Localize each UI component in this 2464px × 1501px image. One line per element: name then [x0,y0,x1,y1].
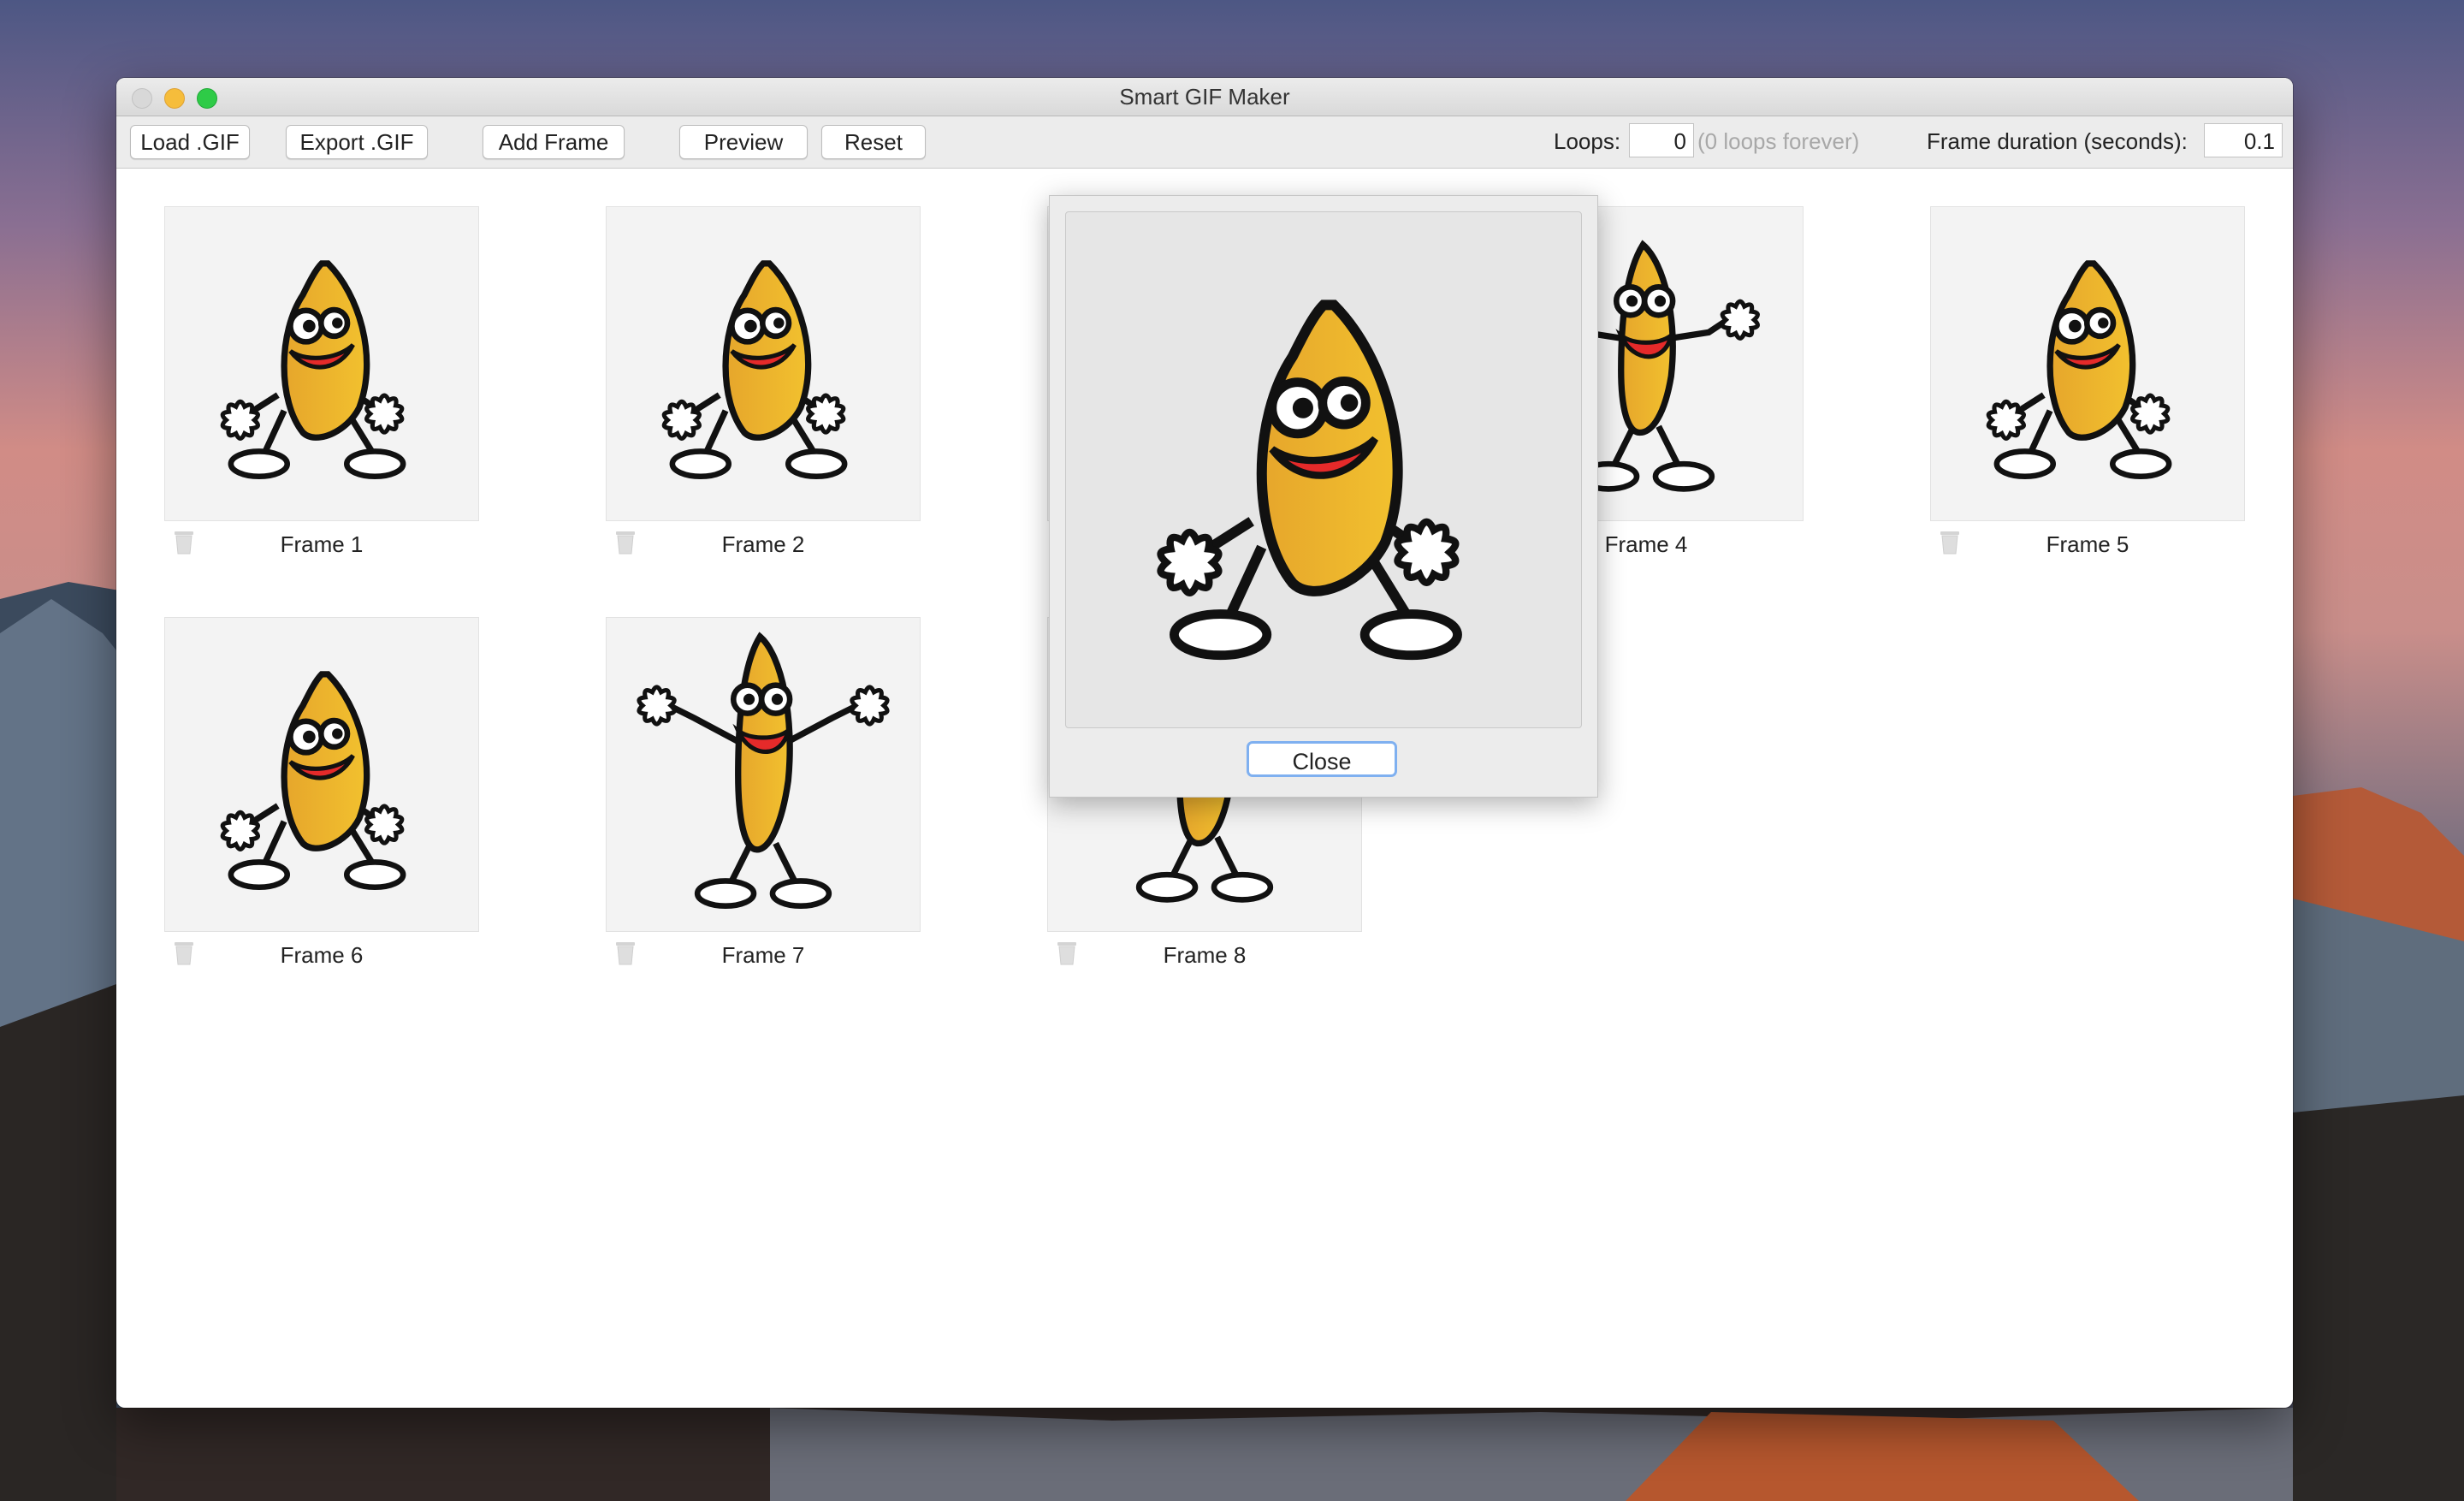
frame-thumbnail[interactable] [606,617,921,932]
frame-label: Frame 1 [280,531,364,557]
preview-banana-image [1157,300,1462,661]
window-title: Smart GIF Maker [1119,84,1290,110]
banana-image [220,260,406,480]
frame-label: Frame 7 [721,942,805,968]
frame-duration-input[interactable]: 0.1 [2204,123,2283,157]
add-frame-button[interactable]: Add Frame [483,125,625,159]
frame-thumbnail[interactable] [164,206,479,521]
banana-image [637,632,890,910]
banana-image [220,671,406,891]
banana-image [1986,260,2172,480]
frame-thumbnail[interactable] [1930,206,2245,521]
frame-thumbnail[interactable] [606,206,921,521]
frame-card[interactable]: Frame 5 [1930,206,2245,617]
frame-label: Frame 2 [721,531,805,557]
load-gif-button[interactable]: Load .GIF [130,125,250,159]
export-gif-button[interactable]: Export .GIF [286,125,428,159]
banana-image [661,260,848,480]
frame-card[interactable]: Frame 2 [606,206,921,617]
frame-card[interactable]: Frame 6 [164,617,479,1028]
loops-hint: (0 loops forever) [1697,128,1860,154]
frame-label: Frame 5 [2046,531,2129,557]
preview-image [1065,211,1582,728]
frame-label: Frame 6 [280,942,364,968]
loops-input[interactable]: 0 [1629,123,1694,157]
loops-label: Loops: [1554,128,1621,154]
frame-duration-label: Frame duration (seconds): [1927,128,2188,154]
app-window: Smart GIF Maker Load .GIF Export .GIF Ad… [116,78,2293,1408]
frame-card[interactable]: Frame 1 [164,206,479,617]
frame-card[interactable]: Frame 7 [606,617,921,1028]
title-bar: Smart GIF Maker [116,78,2293,116]
close-preview-button[interactable]: Close [1247,741,1397,777]
toolbar: Load .GIF Export .GIF Add Frame Preview … [116,116,2293,169]
reset-button[interactable]: Reset [821,125,926,159]
preview-button[interactable]: Preview [679,125,808,159]
frame-thumbnail[interactable] [164,617,479,932]
frame-label: Frame 8 [1163,942,1247,968]
preview-popup: Close [1049,195,1598,798]
